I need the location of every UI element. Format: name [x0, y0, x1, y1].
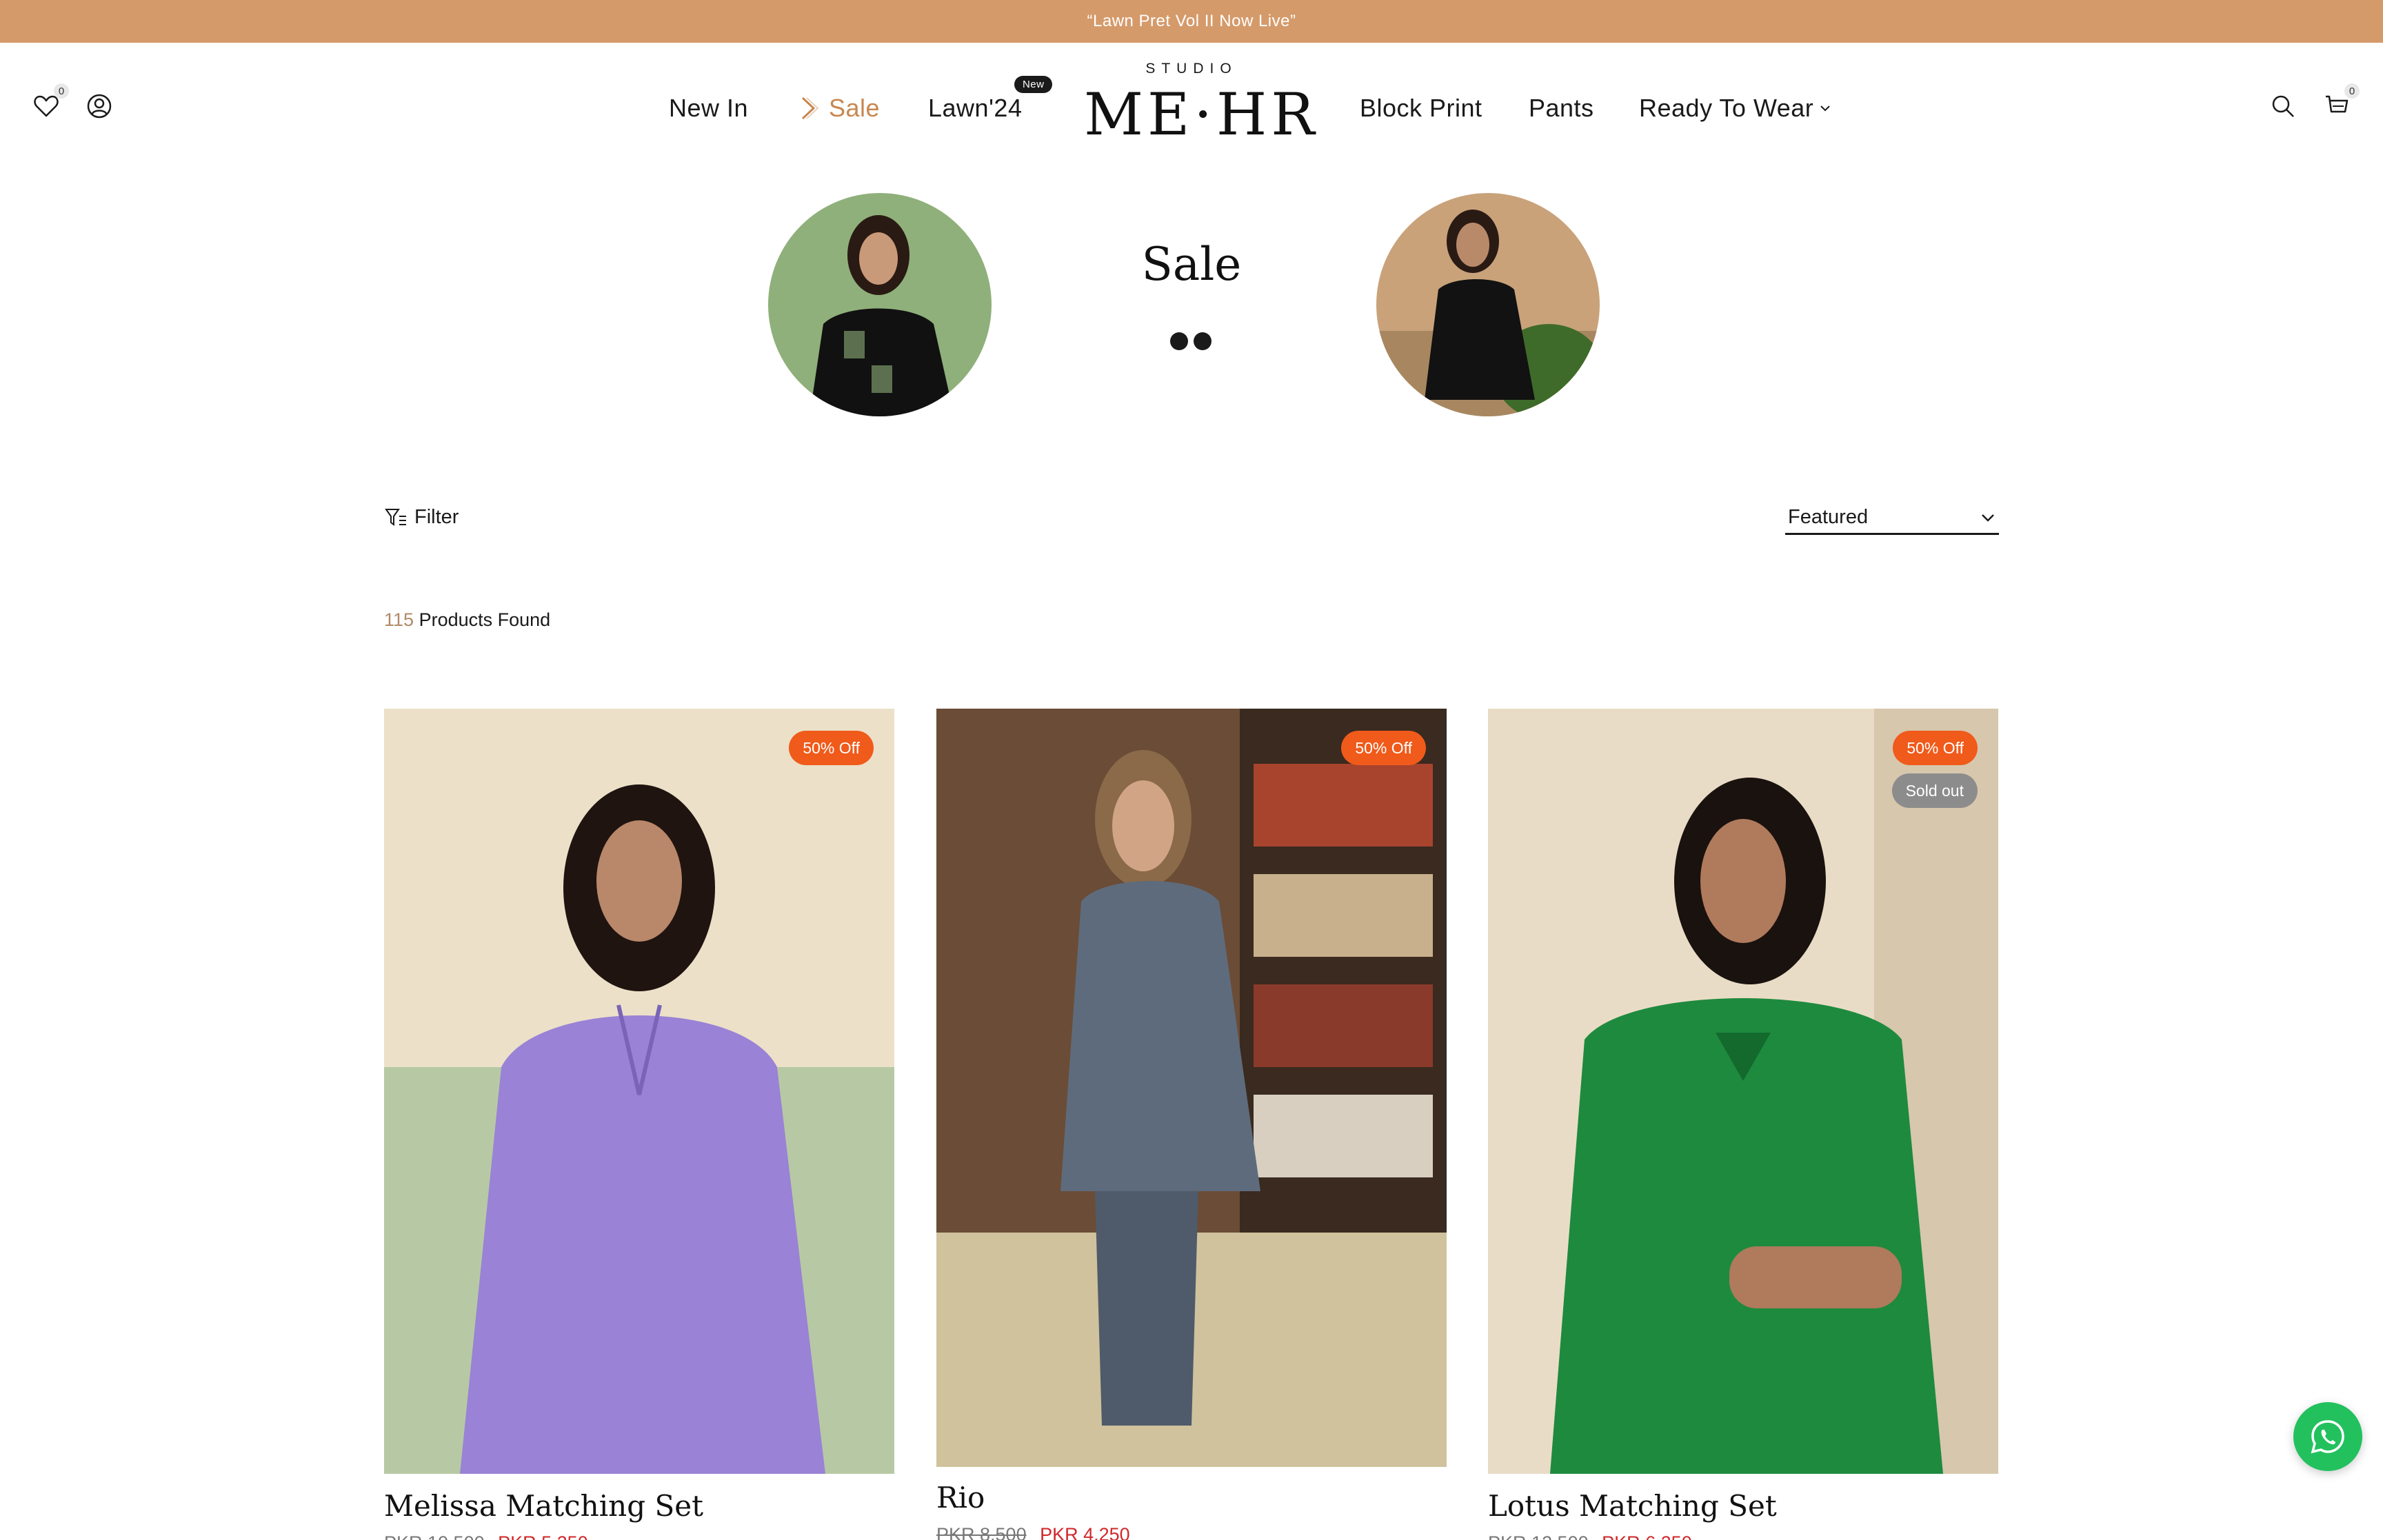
product-image[interactable]: 50% Off: [936, 709, 1447, 1467]
nav-sale[interactable]: Sale: [798, 91, 880, 125]
logo-studio-text: STUDIO: [1145, 61, 1238, 77]
filter-button[interactable]: Filter: [384, 503, 459, 531]
whatsapp-icon: [2311, 1420, 2344, 1454]
filter-label: Filter: [414, 505, 459, 528]
product-photo: [1488, 709, 1998, 1474]
slider-dot[interactable]: [1170, 332, 1188, 350]
nav-ready-to-wear-label: Ready To Wear: [1639, 94, 1814, 122]
chevron-down-icon: [1820, 105, 1831, 112]
discount-badge: 50% Off: [1341, 731, 1426, 765]
wishlist-button[interactable]: 0: [28, 83, 69, 125]
nav-ready-to-wear[interactable]: Ready To Wear: [1639, 91, 1831, 125]
nav-new-in-label: New In: [669, 94, 749, 122]
hero-image-left[interactable]: [768, 193, 992, 416]
product-card[interactable]: 50% Off Sold out Lotus Matching Set PKR …: [1488, 709, 1998, 1540]
product-card[interactable]: 50% Off Rio PKR 8,500 PKR 4,250: [936, 709, 1447, 1540]
site-logo[interactable]: STUDIO ME·HR: [1084, 61, 1319, 150]
product-title[interactable]: Rio: [936, 1481, 1447, 1514]
product-image[interactable]: 50% Off Sold out: [1488, 709, 1998, 1474]
cart-button[interactable]: 0: [2318, 83, 2360, 125]
discount-badge: 50% Off: [1893, 731, 1978, 765]
product-price: PKR 12,500 PKR 6,250: [1488, 1532, 1998, 1540]
product-price: PKR 8,500 PKR 4,250: [936, 1524, 1447, 1540]
nav-block-print-label: Block Print: [1360, 94, 1482, 122]
original-price: PKR 12,500: [1488, 1532, 1589, 1540]
products-found-label: Products Found: [419, 609, 551, 630]
sort-select[interactable]: Featured: [1785, 502, 1999, 535]
slider-dots: [1170, 332, 1211, 350]
model-photo-right: [1376, 193, 1600, 416]
filter-icon: [385, 509, 406, 526]
search-icon: [2272, 95, 2294, 117]
nav-block-print[interactable]: Block Print: [1360, 91, 1482, 125]
user-icon: [87, 94, 112, 119]
sort-selected-value: Featured: [1788, 506, 1869, 528]
chevron-down-icon: [1982, 514, 1994, 522]
whatsapp-chat-button[interactable]: [2293, 1402, 2362, 1471]
product-title[interactable]: Lotus Matching Set: [1488, 1489, 1998, 1523]
logo-main-text: ME·HR: [1084, 81, 1319, 148]
sold-out-badge: Sold out: [1891, 773, 1978, 808]
product-photo: [384, 709, 894, 1474]
sale-price: PKR 5,250: [498, 1532, 588, 1540]
product-image[interactable]: 50% Off: [384, 709, 894, 1474]
nav-pants-label: Pants: [1529, 94, 1594, 122]
discount-badge: 50% Off: [789, 731, 874, 765]
nav-sale-label: Sale: [829, 94, 881, 122]
original-price: PKR 8,500: [936, 1524, 1027, 1540]
slider-dot[interactable]: [1194, 332, 1211, 350]
nav-pants[interactable]: Pants: [1529, 91, 1594, 125]
chevron-right-icon: [801, 97, 819, 120]
product-card[interactable]: 50% Off Melissa Matching Set PKR 10,500 …: [384, 709, 894, 1540]
page-title: Sale: [1141, 238, 1242, 291]
announcement-text: “Lawn Pret Vol II Now Live”: [1087, 12, 1296, 30]
cart-count: 0: [2344, 83, 2360, 99]
site-header: 0 New In Sale Lawn'24 New STUDIO ME·HR B…: [0, 43, 2383, 174]
new-badge: New: [1014, 76, 1053, 93]
nav-new-in[interactable]: New In: [669, 91, 748, 125]
nav-lawn[interactable]: Lawn'24 New: [928, 76, 1053, 125]
products-found-count: 115: [384, 609, 414, 630]
announcement-bar[interactable]: “Lawn Pret Vol II Now Live”: [0, 0, 2383, 43]
sale-price: PKR 6,250: [1602, 1532, 1692, 1540]
nav-lawn-label: Lawn'24: [928, 94, 1023, 122]
hero-image-right[interactable]: [1376, 193, 1600, 416]
product-title[interactable]: Melissa Matching Set: [384, 1489, 894, 1523]
product-price: PKR 10,500 PKR 5,250: [384, 1532, 894, 1540]
product-photo: [936, 709, 1447, 1467]
search-button[interactable]: [2264, 88, 2302, 125]
account-button[interactable]: [81, 88, 118, 125]
products-found: 115 Products Found: [384, 609, 550, 631]
sale-price: PKR 4,250: [1040, 1524, 1130, 1540]
original-price: PKR 10,500: [384, 1532, 485, 1540]
wishlist-count: 0: [54, 83, 69, 99]
model-photo-left: [768, 193, 992, 416]
